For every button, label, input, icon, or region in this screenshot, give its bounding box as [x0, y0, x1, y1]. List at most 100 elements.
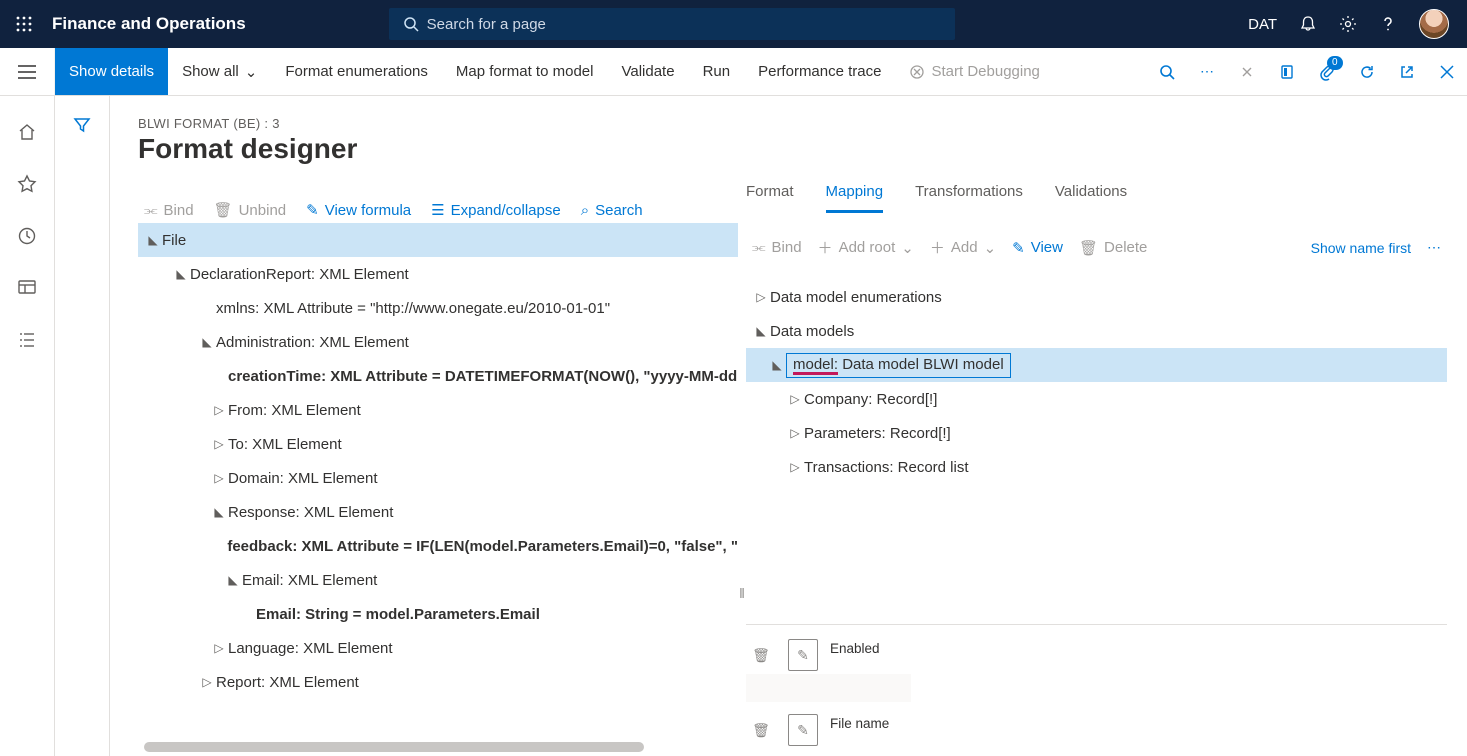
format-tree[interactable]: ◢ File◢ DeclarationReport: XML Element x…	[138, 223, 738, 699]
find-icon[interactable]	[1147, 48, 1187, 95]
show-details-button[interactable]: Show details	[55, 48, 168, 95]
splitter[interactable]: ‖	[738, 175, 746, 756]
map-format-button[interactable]: Map format to model	[442, 48, 608, 95]
tree-node[interactable]: Email: String = model.Parameters.Email	[138, 597, 738, 631]
bind-button[interactable]: ⫘Bind	[138, 198, 200, 223]
attachments-badge: 0	[1327, 56, 1343, 70]
tree-node[interactable]: ◢ File	[138, 223, 738, 257]
global-search[interactable]	[389, 8, 955, 40]
expand-icon[interactable]: ▷	[210, 641, 228, 655]
mapping-tree[interactable]: ▷ Data model enumerations◢ Data models◢ …	[746, 280, 1447, 484]
prop-delete-icon-2[interactable]: 🗑	[746, 714, 776, 746]
tab-transformations[interactable]: Transformations	[915, 179, 1023, 213]
expand-icon[interactable]: ▷	[210, 471, 228, 485]
expand-icon[interactable]: ◢	[144, 233, 162, 247]
expand-collapse-button[interactable]: ☰Expand/collapse	[425, 197, 567, 223]
map-bind-button[interactable]: ⫘Bind	[746, 235, 808, 260]
help-icon[interactable]	[1379, 15, 1397, 33]
map-tree-node[interactable]: ◢ model: Data model BLWI model	[746, 348, 1447, 382]
office-icon[interactable]	[1267, 48, 1307, 95]
close-icon[interactable]	[1427, 48, 1467, 95]
format-enumerations-button[interactable]: Format enumerations	[271, 48, 442, 95]
prop-enabled-input[interactable]	[746, 674, 911, 702]
tree-node[interactable]: ▷ From: XML Element	[138, 393, 738, 427]
delete-button[interactable]: 🗑Delete	[1073, 235, 1153, 261]
unbind-button[interactable]: 🗑Unbind	[208, 197, 293, 223]
view-button[interactable]: ✎View	[1006, 235, 1069, 261]
tree-node[interactable]: ▷ To: XML Element	[138, 427, 738, 461]
add-root-button[interactable]: ＋Add root ⌄	[812, 233, 920, 262]
tree-node[interactable]: ▷ Report: XML Element	[138, 665, 738, 699]
tree-node[interactable]: xmlns: XML Attribute = "http://www.onega…	[138, 291, 738, 325]
expand-icon[interactable]: ◢	[172, 267, 190, 281]
show-name-first-link[interactable]: Show name first	[1305, 240, 1417, 256]
map-tree-node[interactable]: ◢ Data models	[746, 314, 1447, 348]
start-debugging-button[interactable]: Start Debugging	[895, 48, 1053, 95]
expand-icon[interactable]: ◢	[768, 358, 786, 372]
map-tree-node[interactable]: ▷ Transactions: Record list	[746, 450, 1447, 484]
tree-node[interactable]: ◢ Response: XML Element	[138, 495, 738, 529]
workspaces-icon[interactable]	[15, 276, 39, 300]
app-launcher[interactable]	[0, 16, 48, 32]
add-button[interactable]: ＋Add ⌄	[924, 233, 1002, 262]
tab-mapping[interactable]: Mapping	[826, 179, 884, 213]
tree-node[interactable]: ◢ DeclarationReport: XML Element	[138, 257, 738, 291]
map-tree-node[interactable]: ▷ Company: Record[!]	[746, 382, 1447, 416]
popout-icon[interactable]	[1387, 48, 1427, 95]
attachments-icon[interactable]: 0	[1307, 48, 1347, 95]
chevron-down-icon: ⌄	[901, 239, 914, 257]
expand-icon[interactable]: ▷	[786, 426, 804, 440]
tab-validations[interactable]: Validations	[1055, 179, 1127, 213]
view-formula-button[interactable]: ✎View formula	[300, 197, 417, 223]
notifications-icon[interactable]	[1299, 15, 1317, 33]
expand-icon[interactable]: ▷	[210, 403, 228, 417]
tree-node[interactable]: ◢ Email: XML Element	[138, 563, 738, 597]
filter-icon[interactable]	[73, 116, 91, 756]
expand-icon[interactable]: ▷	[752, 290, 770, 304]
search-input[interactable]	[427, 16, 955, 33]
search-icon: ⌕	[581, 202, 589, 219]
modules-icon[interactable]	[15, 328, 39, 352]
pin-icon[interactable]	[1227, 48, 1267, 95]
tree-node[interactable]: feedback: XML Attribute = IF(LEN(model.P…	[138, 529, 738, 563]
prop-edit-icon[interactable]: ✎	[788, 639, 818, 671]
search-button[interactable]: ⌕Search	[575, 198, 649, 223]
home-icon[interactable]	[15, 120, 39, 144]
expand-icon[interactable]: ▷	[786, 460, 804, 474]
more-icon[interactable]: ⋯	[1187, 48, 1227, 95]
show-all-button[interactable]: Show all⌄	[168, 48, 271, 95]
expand-icon[interactable]: ◢	[752, 324, 770, 338]
prop-edit-icon-2[interactable]: ✎	[788, 714, 818, 746]
tree-node[interactable]: ▷ Domain: XML Element	[138, 461, 738, 495]
expand-icon[interactable]: ▷	[198, 675, 216, 689]
tab-format[interactable]: Format	[746, 179, 794, 213]
tree-node-label: Email: String = model.Parameters.Email	[256, 606, 540, 623]
expand-icon[interactable]: ▷	[786, 392, 804, 406]
expand-icon[interactable]: ◢	[224, 573, 242, 587]
expand-icon[interactable]: ◢	[210, 505, 228, 519]
map-tree-node[interactable]: ▷ Data model enumerations	[746, 280, 1447, 314]
run-button[interactable]: Run	[689, 48, 745, 95]
expand-icon[interactable]: ◢	[198, 335, 216, 349]
tree-node[interactable]: ▷ Language: XML Element	[138, 631, 738, 665]
tree-node-label: From: XML Element	[228, 402, 361, 419]
expand-icon[interactable]: ▷	[210, 437, 228, 451]
prop-delete-icon[interactable]: 🗑	[746, 639, 776, 671]
performance-trace-button[interactable]: Performance trace	[744, 48, 895, 95]
favorites-icon[interactable]	[15, 172, 39, 196]
validate-button[interactable]: Validate	[607, 48, 688, 95]
company-picker[interactable]: DAT	[1248, 16, 1277, 33]
refresh-icon[interactable]	[1347, 48, 1387, 95]
tree-node-label: Response: XML Element	[228, 504, 393, 521]
avatar[interactable]	[1419, 9, 1449, 39]
map-tree-node[interactable]: ▷ Parameters: Record[!]	[746, 416, 1447, 450]
map-more-icon[interactable]: ⋯	[1421, 239, 1447, 256]
tree-node[interactable]: creationTime: XML Attribute = DATETIMEFO…	[138, 359, 738, 393]
prop-label-filename: File name	[830, 714, 920, 731]
settings-icon[interactable]	[1339, 15, 1357, 33]
prop-label-enabled: Enabled	[830, 639, 920, 656]
hamburger-icon[interactable]	[0, 48, 55, 95]
recent-icon[interactable]	[15, 224, 39, 248]
horizontal-scrollbar[interactable]	[144, 742, 644, 752]
tree-node[interactable]: ◢ Administration: XML Element	[138, 325, 738, 359]
